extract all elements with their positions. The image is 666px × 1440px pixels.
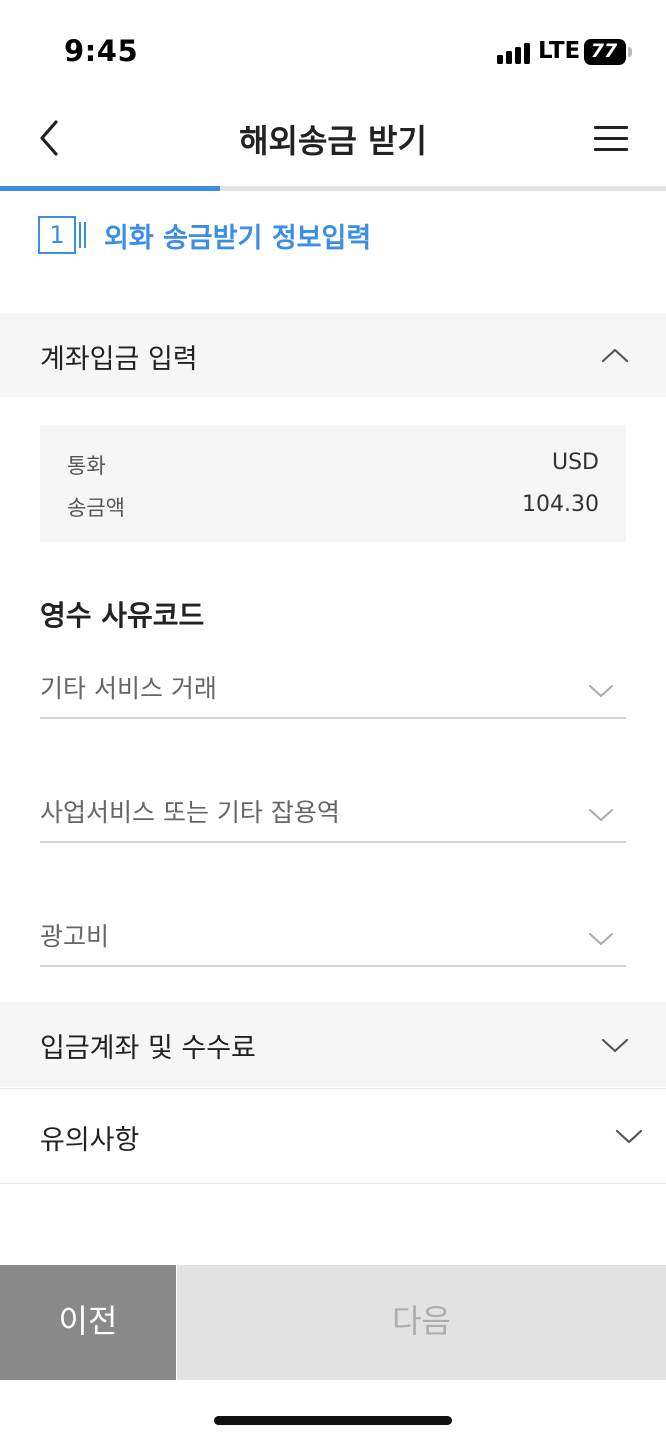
notice-section-header[interactable]: 유의사항 <box>0 1088 666 1184</box>
chevron-down-icon <box>587 931 615 947</box>
page-title: 해외송금 받기 <box>239 122 427 160</box>
section-title: 유의사항 <box>40 1125 140 1156</box>
status-bar: 9:45 LTE 77 <box>0 0 666 100</box>
section-title: 계좌입금 입력 <box>40 344 198 375</box>
chevron-down-icon <box>587 683 615 699</box>
battery-level: 77 <box>590 40 618 62</box>
currency-value: USD <box>551 450 599 475</box>
network-type: LTE <box>538 38 581 64</box>
signal-icon <box>497 42 533 64</box>
currency-row: 통화 USD <box>40 450 626 480</box>
select-value: 기타 서비스 거래 <box>40 674 217 703</box>
status-time: 9:45 <box>64 34 139 68</box>
select-value: 사업서비스 또는 기타 잡용역 <box>40 798 340 827</box>
step-divider <box>79 222 89 248</box>
receipt-reason-title: 영수 사유코드 <box>40 599 205 632</box>
prev-button[interactable]: 이전 <box>0 1265 176 1380</box>
reason-select-1[interactable]: 기타 서비스 거래 <box>40 657 626 719</box>
reason-select-3[interactable]: 광고비 <box>40 905 626 967</box>
progress-bar <box>0 186 666 191</box>
chevron-down-icon <box>601 1038 629 1054</box>
progress-fill <box>0 186 220 191</box>
battery-icon: 77 <box>584 39 626 65</box>
amount-row: 송금액 104.30 <box>40 492 626 522</box>
chevron-down-icon <box>615 1129 643 1145</box>
step-title: 외화 송금받기 정보입력 <box>104 223 372 254</box>
currency-label: 통화 <box>67 454 106 478</box>
reason-select-2[interactable]: 사업서비스 또는 기타 잡용역 <box>40 781 626 843</box>
section-title: 입금계좌 및 수수료 <box>40 1033 256 1064</box>
account-deposit-section-header[interactable]: 계좌입금 입력 <box>0 313 666 397</box>
next-button[interactable]: 다음 <box>177 1265 666 1380</box>
step-number: 1 <box>38 216 76 254</box>
chevron-up-icon <box>601 347 629 363</box>
chevron-down-icon <box>587 807 615 823</box>
transfer-info-box: 통화 USD 송금액 104.30 <box>40 425 626 542</box>
amount-label: 송금액 <box>67 496 125 520</box>
battery-tip <box>628 47 632 57</box>
home-indicator <box>214 1416 452 1425</box>
app-header: 해외송금 받기 <box>0 100 666 186</box>
deposit-account-section-header[interactable]: 입금계좌 및 수수료 <box>0 1002 666 1087</box>
amount-value: 104.30 <box>522 492 599 517</box>
select-value: 광고비 <box>40 922 110 951</box>
hamburger-menu-icon[interactable] <box>594 124 630 154</box>
